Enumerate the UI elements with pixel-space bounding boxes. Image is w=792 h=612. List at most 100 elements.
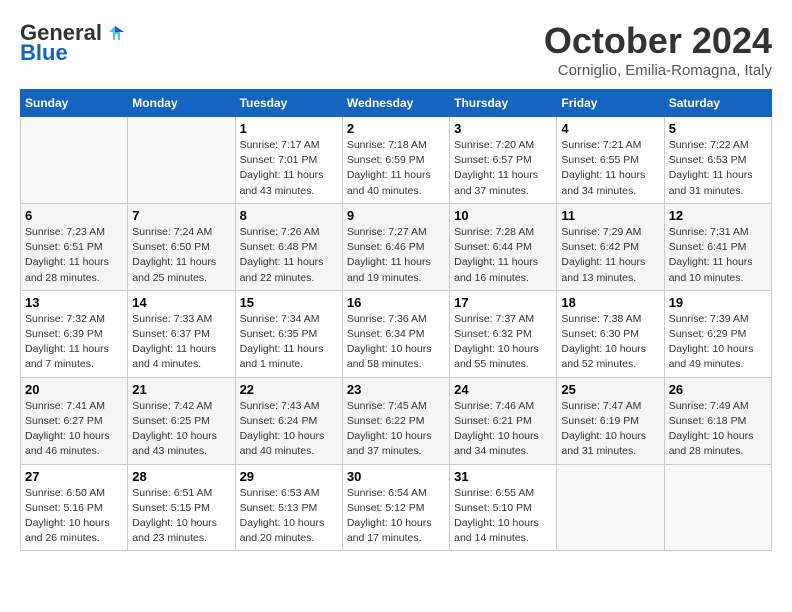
calendar-cell: 4 Sunrise: 7:21 AM Sunset: 6:55 PM Daylig…: [557, 117, 664, 204]
day-info: Sunrise: 7:49 AM Sunset: 6:18 PM Dayligh…: [669, 399, 767, 460]
day-number: 6: [25, 208, 123, 223]
calendar-cell: 13 Sunrise: 7:32 AM Sunset: 6:39 PM Dayli…: [21, 290, 128, 377]
location-subtitle: Corniglio, Emilia-Romagna, Italy: [544, 62, 772, 79]
logo: General Blue: [20, 20, 126, 66]
day-info: Sunrise: 7:20 AM Sunset: 6:57 PM Dayligh…: [454, 138, 552, 199]
day-info: Sunrise: 7:29 AM Sunset: 6:42 PM Dayligh…: [561, 225, 659, 286]
calendar-cell: 7 Sunrise: 7:24 AM Sunset: 6:50 PM Daylig…: [128, 203, 235, 290]
day-info: Sunrise: 7:45 AM Sunset: 6:22 PM Dayligh…: [347, 399, 445, 460]
day-info: Sunrise: 7:46 AM Sunset: 6:21 PM Dayligh…: [454, 399, 552, 460]
calendar-cell: [664, 464, 771, 551]
weekday-header-tuesday: Tuesday: [235, 90, 342, 117]
day-info: Sunrise: 7:34 AM Sunset: 6:35 PM Dayligh…: [240, 312, 338, 373]
calendar-table: SundayMondayTuesdayWednesdayThursdayFrid…: [20, 89, 772, 551]
calendar-week-2: 6 Sunrise: 7:23 AM Sunset: 6:51 PM Daylig…: [21, 203, 772, 290]
day-info: Sunrise: 7:22 AM Sunset: 6:53 PM Dayligh…: [669, 138, 767, 199]
calendar-cell: 9Sunrise: 7:27 AM Sunset: 6:46 PM Daylig…: [342, 203, 449, 290]
day-number: 31: [454, 469, 552, 484]
day-number: 20: [25, 382, 123, 397]
month-title: October 2024: [544, 20, 772, 62]
weekday-header-saturday: Saturday: [664, 90, 771, 117]
day-number: 27: [25, 469, 123, 484]
day-info: Sunrise: 7:27 AM Sunset: 6:46 PM Dayligh…: [347, 225, 445, 286]
calendar-cell: 27 Sunrise: 6:50 AM Sunset: 5:16 PM Dayli…: [21, 464, 128, 551]
calendar-week-1: 1 Sunrise: 7:17 AM Sunset: 7:01 PM Daylig…: [21, 117, 772, 204]
day-info: Sunrise: 6:50 AM Sunset: 5:16 PM Dayligh…: [25, 486, 123, 547]
day-number: 11: [561, 208, 659, 223]
day-number: 14: [132, 295, 230, 310]
day-number: 12: [669, 208, 767, 223]
header: General Blue October 2024 Corniglio, Emi…: [20, 20, 772, 79]
day-number: 22: [240, 382, 338, 397]
calendar-cell: 26 Sunrise: 7:49 AM Sunset: 6:18 PM Dayli…: [664, 377, 771, 464]
day-info: Sunrise: 7:26 AM Sunset: 6:48 PM Dayligh…: [240, 225, 338, 286]
day-number: 24: [454, 382, 552, 397]
day-number: 30: [347, 469, 445, 484]
logo-bird-icon: [104, 22, 126, 44]
day-info: Sunrise: 7:31 AM Sunset: 6:41 PM Dayligh…: [669, 225, 767, 286]
day-info: Sunrise: 7:38 AM Sunset: 6:30 PM Dayligh…: [561, 312, 659, 373]
calendar-cell: 29 Sunrise: 6:53 AM Sunset: 5:13 PM Dayli…: [235, 464, 342, 551]
day-info: Sunrise: 7:36 AM Sunset: 6:34 PM Dayligh…: [347, 312, 445, 373]
calendar-cell: 8 Sunrise: 7:26 AM Sunset: 6:48 PM Daylig…: [235, 203, 342, 290]
day-number: 15: [240, 295, 338, 310]
day-info: Sunrise: 6:55 AM Sunset: 5:10 PM Dayligh…: [454, 486, 552, 547]
calendar-cell: 1 Sunrise: 7:17 AM Sunset: 7:01 PM Daylig…: [235, 117, 342, 204]
day-info: Sunrise: 7:33 AM Sunset: 6:37 PM Dayligh…: [132, 312, 230, 373]
day-number: 19: [669, 295, 767, 310]
day-number: 25: [561, 382, 659, 397]
calendar-cell: [21, 117, 128, 204]
day-number: 18: [561, 295, 659, 310]
day-number: 13: [25, 295, 123, 310]
day-number: 29: [240, 469, 338, 484]
day-number: 21: [132, 382, 230, 397]
calendar-cell: 11 Sunrise: 7:29 AM Sunset: 6:42 PM Dayli…: [557, 203, 664, 290]
calendar-cell: 15 Sunrise: 7:34 AM Sunset: 6:35 PM Dayli…: [235, 290, 342, 377]
day-number: 4: [561, 121, 659, 136]
calendar-cell: 14 Sunrise: 7:33 AM Sunset: 6:37 PM Dayli…: [128, 290, 235, 377]
calendar-week-4: 20 Sunrise: 7:41 AM Sunset: 6:27 PM Dayli…: [21, 377, 772, 464]
logo-blue: Blue: [20, 40, 68, 66]
day-number: 10: [454, 208, 552, 223]
weekday-header-friday: Friday: [557, 90, 664, 117]
day-number: 17: [454, 295, 552, 310]
day-number: 26: [669, 382, 767, 397]
weekday-header-sunday: Sunday: [21, 90, 128, 117]
calendar-cell: 16 Sunrise: 7:36 AM Sunset: 6:34 PM Dayli…: [342, 290, 449, 377]
day-number: 16: [347, 295, 445, 310]
calendar-cell: 5 Sunrise: 7:22 AM Sunset: 6:53 PM Daylig…: [664, 117, 771, 204]
calendar-cell: 25Sunrise: 7:47 AM Sunset: 6:19 PM Dayli…: [557, 377, 664, 464]
day-info: Sunrise: 7:24 AM Sunset: 6:50 PM Dayligh…: [132, 225, 230, 286]
day-info: Sunrise: 7:17 AM Sunset: 7:01 PM Dayligh…: [240, 138, 338, 199]
day-info: Sunrise: 7:41 AM Sunset: 6:27 PM Dayligh…: [25, 399, 123, 460]
day-number: 7: [132, 208, 230, 223]
weekday-header-wednesday: Wednesday: [342, 90, 449, 117]
day-number: 8: [240, 208, 338, 223]
title-area: October 2024 Corniglio, Emilia-Romagna, …: [544, 20, 772, 79]
calendar-cell: 18 Sunrise: 7:38 AM Sunset: 6:30 PM Dayli…: [557, 290, 664, 377]
day-info: Sunrise: 7:32 AM Sunset: 6:39 PM Dayligh…: [25, 312, 123, 373]
day-number: 3: [454, 121, 552, 136]
calendar-cell: 30 Sunrise: 6:54 AM Sunset: 5:12 PM Dayli…: [342, 464, 449, 551]
day-info: Sunrise: 6:53 AM Sunset: 5:13 PM Dayligh…: [240, 486, 338, 547]
calendar-cell: 19Sunrise: 7:39 AM Sunset: 6:29 PM Dayli…: [664, 290, 771, 377]
day-number: 5: [669, 121, 767, 136]
day-info: Sunrise: 6:54 AM Sunset: 5:12 PM Dayligh…: [347, 486, 445, 547]
calendar-cell: 21 Sunrise: 7:42 AM Sunset: 6:25 PM Dayli…: [128, 377, 235, 464]
day-number: 28: [132, 469, 230, 484]
day-number: 1: [240, 121, 338, 136]
calendar-cell: 17Sunrise: 7:37 AM Sunset: 6:32 PM Dayli…: [450, 290, 557, 377]
day-info: Sunrise: 7:18 AM Sunset: 6:59 PM Dayligh…: [347, 138, 445, 199]
calendar-cell: 3 Sunrise: 7:20 AM Sunset: 6:57 PM Daylig…: [450, 117, 557, 204]
day-info: Sunrise: 7:23 AM Sunset: 6:51 PM Dayligh…: [25, 225, 123, 286]
calendar-cell: 6 Sunrise: 7:23 AM Sunset: 6:51 PM Daylig…: [21, 203, 128, 290]
day-info: Sunrise: 7:21 AM Sunset: 6:55 PM Dayligh…: [561, 138, 659, 199]
day-info: Sunrise: 7:42 AM Sunset: 6:25 PM Dayligh…: [132, 399, 230, 460]
day-info: Sunrise: 6:51 AM Sunset: 5:15 PM Dayligh…: [132, 486, 230, 547]
weekday-header-monday: Monday: [128, 90, 235, 117]
day-number: 2: [347, 121, 445, 136]
day-info: Sunrise: 7:43 AM Sunset: 6:24 PM Dayligh…: [240, 399, 338, 460]
calendar-body: 1 Sunrise: 7:17 AM Sunset: 7:01 PM Daylig…: [21, 117, 772, 551]
calendar-cell: 2 Sunrise: 7:18 AM Sunset: 6:59 PM Daylig…: [342, 117, 449, 204]
calendar-cell: [557, 464, 664, 551]
